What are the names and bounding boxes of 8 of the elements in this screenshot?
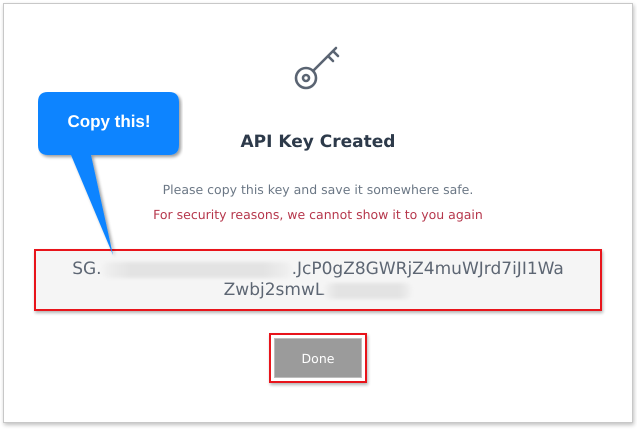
key-text: Zwbj2smwL <box>224 280 324 301</box>
callout-text: Copy this! <box>66 112 152 132</box>
warning-text: For security reasons, we cannot show it to you again <box>153 207 483 222</box>
dialog-title: API Key Created <box>240 132 396 152</box>
instruction-text: Please copy this key and save it somewhere safe. <box>162 182 474 197</box>
key-text: .JcP0gZ8GWRjZ4muWJrd7iJI1Wa <box>292 259 564 280</box>
key-text: SG. <box>72 259 102 280</box>
done-button[interactable]: Done <box>274 338 362 378</box>
